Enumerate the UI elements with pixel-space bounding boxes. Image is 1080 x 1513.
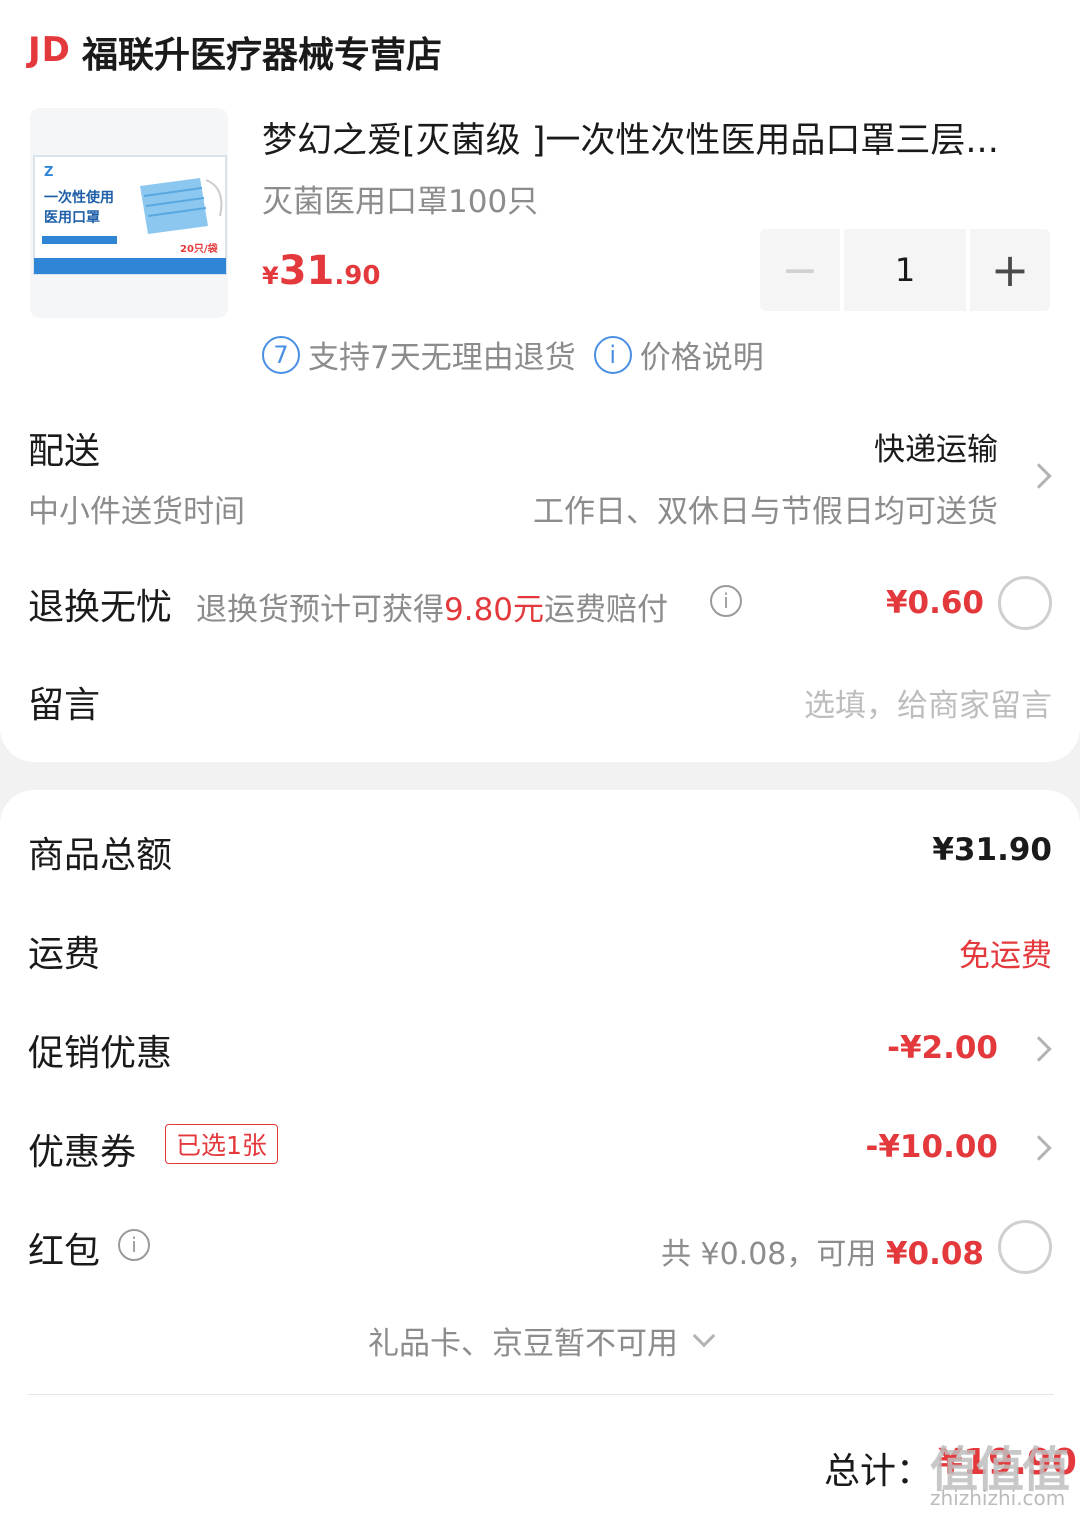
redpacket-radio[interactable]: [998, 1220, 1052, 1274]
return-service-label: 退换无忧: [28, 587, 173, 628]
svg-text:Z: Z: [44, 165, 53, 180]
message-label: 留言: [28, 685, 101, 726]
delivery-value[interactable]: 快递运输: [874, 424, 998, 469]
order-item-card: JD 福联升医疗器械专营店 Z 一次性使用 医用口罩 20只/袋 梦幻之爱[灭菌…: [0, 0, 1080, 762]
coupon-selected-badge: 已选1张: [165, 1124, 278, 1164]
promo-value[interactable]: -¥2.00: [887, 1030, 998, 1066]
chevron-down-icon: [692, 1324, 716, 1347]
product-spec: 灭菌医用口罩100只: [262, 184, 539, 220]
svg-text:医用口罩: 医用口罩: [44, 210, 100, 226]
return-info-icon[interactable]: i: [710, 585, 742, 617]
redpacket-info-icon[interactable]: i: [118, 1229, 150, 1261]
promo-label: 促销优惠: [28, 1033, 173, 1074]
delivery-time-value: 工作日、双休日与节假日均可送货: [533, 494, 998, 530]
coupon-value[interactable]: -¥10.00: [866, 1129, 999, 1165]
goods-total-value: ¥31.90: [932, 832, 1052, 868]
product-image[interactable]: Z 一次性使用 医用口罩 20只/袋: [30, 108, 228, 318]
divider: [28, 1394, 1054, 1395]
jd-logo: JD: [28, 30, 71, 70]
message-input[interactable]: 选填，给商家留言: [804, 680, 1052, 725]
seven-day-return-icon: 7: [262, 335, 300, 374]
product-title[interactable]: 梦幻之爱[灭菌级 ]一次性次性医用品口罩三层...: [262, 112, 1052, 163]
increase-button[interactable]: +: [970, 229, 1050, 311]
delivery-chevron-icon[interactable]: [1026, 463, 1052, 489]
coupon-label: 优惠券: [28, 1132, 137, 1173]
return-service-price: ¥0.60: [885, 585, 984, 621]
redpacket-label: 红包: [28, 1231, 101, 1272]
svg-text:一次性使用: 一次性使用: [44, 189, 114, 206]
quantity-stepper: − 1 +: [760, 229, 1054, 311]
giftcard-note: 礼品卡、京豆暂不可用: [368, 1326, 678, 1362]
return-policy-tag[interactable]: 支持7天无理由退货: [308, 332, 576, 377]
delivery-time-label: 中小件送货时间: [28, 494, 245, 530]
shipping-value: 免运费: [959, 938, 1052, 974]
price-explain-tag[interactable]: 价格说明: [640, 332, 764, 377]
service-tags: 7 支持7天无理由退货 i 价格说明: [262, 332, 764, 377]
shop-name[interactable]: 福联升医疗器械专营店: [82, 26, 442, 78]
delivery-label: 配送: [28, 431, 101, 472]
shipping-label: 运费: [28, 934, 101, 975]
quantity-value[interactable]: 1: [844, 229, 966, 311]
goods-total-label: 商品总额: [28, 835, 173, 876]
giftcard-toggle[interactable]: 礼品卡、京豆暂不可用: [0, 1318, 1080, 1363]
return-service-radio[interactable]: [998, 576, 1052, 630]
decrease-button[interactable]: −: [760, 229, 840, 311]
svg-text:20只/袋: 20只/袋: [180, 242, 219, 255]
watermark-url: zhizhizhi.com: [930, 1486, 1066, 1510]
total-label: 总计：: [824, 1451, 933, 1492]
redpacket-summary: 共 ¥0.08，可用 ¥0.08: [660, 1236, 984, 1272]
info-icon: i: [593, 335, 632, 374]
return-service-desc: 退换货预计可获得9.80元运费赔付: [196, 592, 669, 628]
mask-package-icon: Z 一次性使用 医用口罩 20只/袋: [33, 155, 227, 275]
product-price: ¥31.90: [262, 248, 381, 294]
